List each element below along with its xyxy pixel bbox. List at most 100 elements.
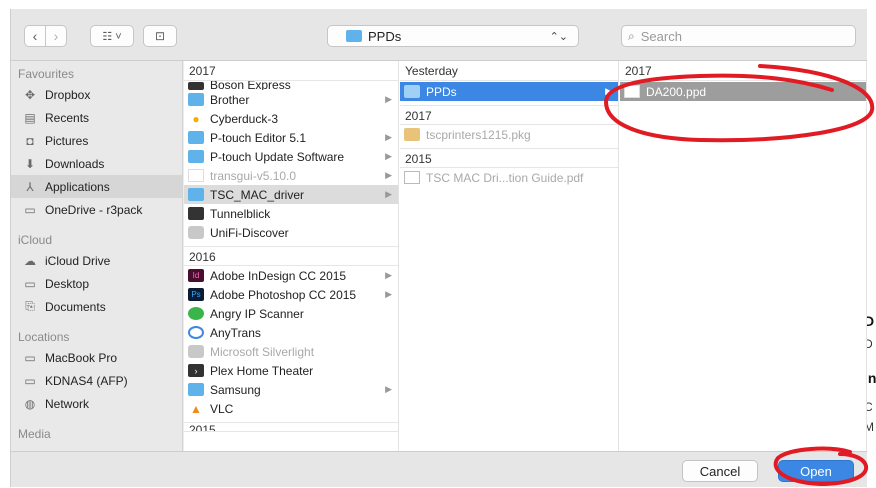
list-item[interactable]: Boson Express [184, 81, 398, 90]
sidebar-section-favourites: Favourites [18, 67, 75, 81]
list-item[interactable]: Brother ▶ [184, 90, 398, 109]
view-options-button[interactable]: ☷ ˅ [90, 25, 134, 47]
item-label: P-touch Editor 5.1 [210, 130, 307, 145]
sidebar-section-media: Media [18, 427, 51, 441]
sidebar-item-kdnas4[interactable]: ▭ KDNAS4 (AFP) [11, 369, 182, 392]
list-item[interactable]: TSC MAC Dri...tion Guide.pdf [400, 168, 618, 187]
silverlight-icon [188, 345, 204, 358]
applications-icon: ⅄ [26, 179, 34, 194]
search-icon: ⌕ [628, 28, 635, 43]
sidebar-item-label: Documents [45, 299, 106, 314]
item-label: Boson Express [210, 81, 291, 90]
new-folder-button[interactable]: ⊡ [143, 25, 177, 47]
sidebar-item-label: OneDrive - r3pack [45, 202, 143, 217]
list-item[interactable]: P-touch Update Software ▶ [184, 147, 398, 166]
sidebar-item-onedrive[interactable]: ▭ OneDrive - r3pack [11, 198, 182, 221]
indesign-icon: Id [188, 269, 204, 282]
item-label: Angry IP Scanner [210, 306, 304, 321]
sidebar-section-icloud: iCloud [18, 233, 53, 247]
sidebar-item-desktop[interactable]: ▭ Desktop [11, 272, 182, 295]
list-item[interactable]: Tunnelblick [184, 204, 398, 223]
download-icon: ⬇ [24, 156, 36, 171]
sidebar-item-icloud-drive[interactable]: ☁ iCloud Drive [11, 249, 182, 272]
group-header-2015: 2015 [184, 422, 398, 432]
column-applications: 2017 Boson Express Brother ▶ ● Cyberduck-3… [184, 61, 399, 451]
item-label: PPDs [426, 84, 457, 99]
folder-icon [188, 383, 204, 396]
desktop-icon: ▭ [24, 276, 36, 291]
package-icon [404, 128, 420, 141]
list-item[interactable]: › Plex Home Theater [184, 361, 398, 380]
sidebar-item-label: Desktop [45, 276, 90, 291]
list-item-selected[interactable]: TSC_MAC_driver ▶ [184, 185, 398, 204]
list-item[interactable]: Id Adobe InDesign CC 2015 ▶ [184, 266, 398, 285]
column-view-icon: ☷ ˅ [102, 30, 122, 43]
sidebar-item-macbook-pro[interactable]: ▭ MacBook Pro [11, 346, 182, 369]
group-header-2016: 2016 [184, 246, 398, 266]
sidebar-item-applications[interactable]: ⅄ Applications [11, 175, 182, 198]
item-label: P-touch Update Software [210, 149, 345, 164]
list-item[interactable]: Microsoft Silverlight [184, 342, 398, 361]
folder-icon: ▭ [24, 202, 36, 217]
disclosure-arrow-icon: ▶ [385, 270, 392, 280]
sidebar-item-network[interactable]: ◍ Network [11, 392, 182, 415]
chevron-right-icon: › [53, 28, 59, 44]
cancel-button[interactable]: Cancel [682, 460, 758, 482]
sidebar-section-locations: Locations [18, 330, 70, 344]
folder-icon [404, 85, 420, 98]
list-item[interactable]: P-touch Editor 5.1 ▶ [184, 128, 398, 147]
list-item[interactable]: tscprinters1215.pkg [400, 125, 618, 144]
item-label: DA200.ppd [646, 84, 707, 99]
tunnelblick-icon [188, 207, 204, 220]
list-item-selected[interactable]: PPDs ▶ [400, 82, 618, 101]
network-icon: ◍ [24, 396, 36, 411]
sidebar-item-label: Network [45, 396, 90, 411]
sidebar-item-label: MacBook Pro [45, 350, 118, 365]
sidebar-item-downloads[interactable]: ⬇ Downloads [11, 152, 182, 175]
sidebar-item-pictures[interactable]: ◘ Pictures [11, 129, 182, 152]
sidebar-item-recents[interactable]: ▤ Recents [11, 106, 182, 129]
camera-icon: ◘ [26, 133, 34, 148]
sidebar-item-label: Dropbox [45, 87, 91, 102]
photoshop-icon: Ps [188, 288, 204, 301]
chevron-left-icon: ‹ [32, 28, 38, 44]
disclosure-arrow-icon: ▶ [385, 151, 392, 161]
list-item-selected[interactable]: DA200.ppd [620, 82, 866, 101]
item-label: AnyTrans [210, 325, 261, 340]
anytrans-icon [188, 326, 204, 339]
sidebar-item-documents[interactable]: ⎘ Documents [11, 295, 182, 318]
list-item[interactable]: UniFi-Discover [184, 223, 398, 242]
item-label: Brother [210, 92, 250, 107]
item-label: Adobe InDesign CC 2015 [210, 268, 347, 283]
group-header-2015: 2015 [400, 148, 618, 168]
list-item[interactable]: Samsung ▶ [184, 380, 398, 399]
list-item[interactable]: Angry IP Scanner [184, 304, 398, 323]
sidebar-item-label: Recents [45, 110, 90, 125]
open-file-dialog: ‹ › ☷ ˅ ⊡ PPDs ⌃⌄ ⌕ Search Favourites ✥ D… [10, 9, 867, 487]
cloud-icon: ☁ [24, 253, 36, 268]
list-item[interactable]: ● Cyberduck-3 [184, 109, 398, 128]
document-icon [188, 169, 204, 182]
sidebar-item-label: iCloud Drive [45, 253, 111, 268]
forward-button[interactable]: › [45, 25, 67, 47]
list-item[interactable]: Ps Adobe Photoshop CC 2015 ▶ [184, 285, 398, 304]
sidebar-item-label: Pictures [45, 133, 89, 148]
search-field[interactable]: ⌕ Search [621, 25, 856, 47]
bottom-bar: Cancel Open [11, 451, 867, 487]
sidebar-item-dropbox[interactable]: ✥ Dropbox [11, 83, 182, 106]
back-button[interactable]: ‹ [24, 25, 46, 47]
plex-icon: › [188, 364, 204, 377]
disclosure-arrow-icon: ▶ [385, 94, 392, 104]
list-item[interactable]: AnyTrans [184, 323, 398, 342]
column-browser: 2017 Boson Express Brother ▶ ● Cyberduck-3… [184, 61, 867, 451]
pdf-icon [404, 171, 420, 184]
open-button[interactable]: Open [778, 460, 854, 482]
list-item[interactable]: ▲ VLC [184, 399, 398, 418]
documents-icon: ⎘ [25, 299, 35, 313]
folder-icon [346, 30, 362, 42]
display-icon: ▭ [24, 373, 36, 388]
updown-chevron-icon: ⌃⌄ [549, 30, 568, 43]
path-popup[interactable]: PPDs ⌃⌄ [327, 25, 579, 47]
list-item[interactable]: transgui-v5.10.0 ▶ [184, 166, 398, 185]
disclosure-arrow-icon: ▶ [385, 132, 392, 142]
